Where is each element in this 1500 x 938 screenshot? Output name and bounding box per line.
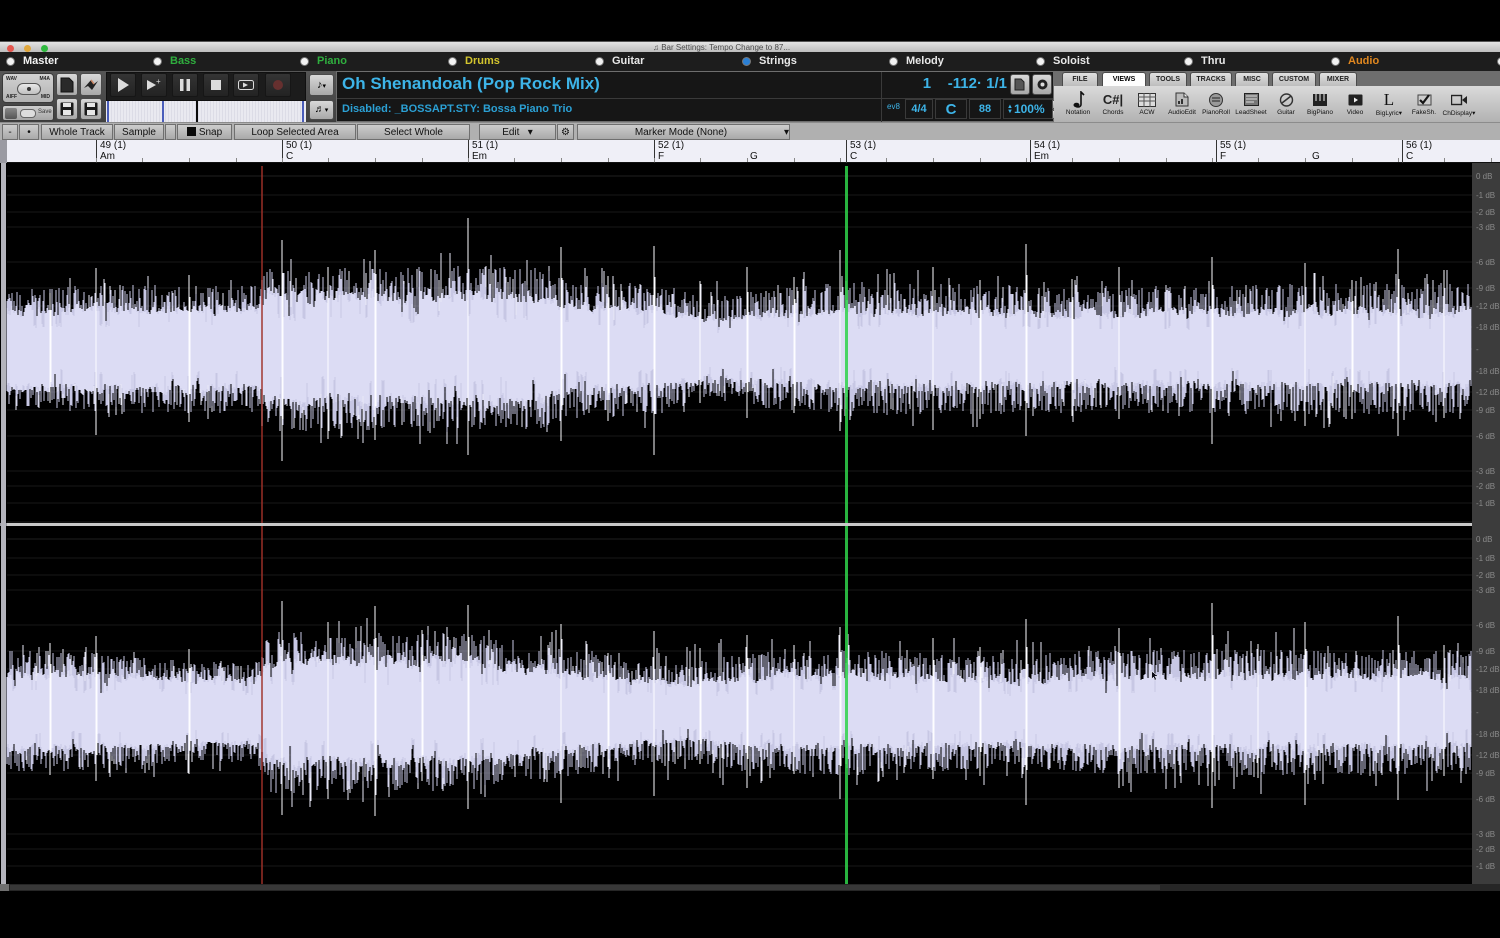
svg-text:-2 dB: -2 dB <box>1476 208 1495 217</box>
svg-text:-6 dB: -6 dB <box>1476 432 1495 441</box>
svg-text:-12 dB: -12 dB <box>1476 388 1500 397</box>
svg-text:-1 dB: -1 dB <box>1476 191 1495 200</box>
svg-text:-6 dB: -6 dB <box>1476 621 1495 630</box>
svg-text:-3 dB: -3 dB <box>1476 830 1495 839</box>
svg-text:-1 dB: -1 dB <box>1476 554 1495 563</box>
svg-text:-12 dB: -12 dB <box>1476 665 1500 674</box>
svg-text:-12 dB: -12 dB <box>1476 302 1500 311</box>
svg-text:-: - <box>1476 345 1479 354</box>
svg-text:-6 dB: -6 dB <box>1476 258 1495 267</box>
svg-text:0 dB: 0 dB <box>1476 172 1492 181</box>
svg-text:-9 dB: -9 dB <box>1476 647 1495 656</box>
svg-text:+: + <box>156 78 161 86</box>
svg-text:-: - <box>1476 708 1479 717</box>
svg-text:-18 dB: -18 dB <box>1476 367 1500 376</box>
svg-text:-9 dB: -9 dB <box>1476 406 1495 415</box>
svg-text:-9 dB: -9 dB <box>1476 284 1495 293</box>
svg-text:-1 dB: -1 dB <box>1476 862 1495 871</box>
svg-text:-3 dB: -3 dB <box>1476 586 1495 595</box>
svg-text:-18 dB: -18 dB <box>1476 686 1500 695</box>
svg-text:-3 dB: -3 dB <box>1476 223 1495 232</box>
svg-text:-6 dB: -6 dB <box>1476 795 1495 804</box>
svg-text:-9 dB: -9 dB <box>1476 769 1495 778</box>
svg-text:0 dB: 0 dB <box>1476 535 1492 544</box>
svg-text:-18 dB: -18 dB <box>1476 730 1500 739</box>
svg-text:-12 dB: -12 dB <box>1476 751 1500 760</box>
svg-text:-3 dB: -3 dB <box>1476 467 1495 476</box>
svg-text:-2 dB: -2 dB <box>1476 845 1495 854</box>
svg-text:-2 dB: -2 dB <box>1476 482 1495 491</box>
svg-text:-18 dB: -18 dB <box>1476 323 1500 332</box>
svg-text:-2 dB: -2 dB <box>1476 571 1495 580</box>
svg-text:-1 dB: -1 dB <box>1476 499 1495 508</box>
